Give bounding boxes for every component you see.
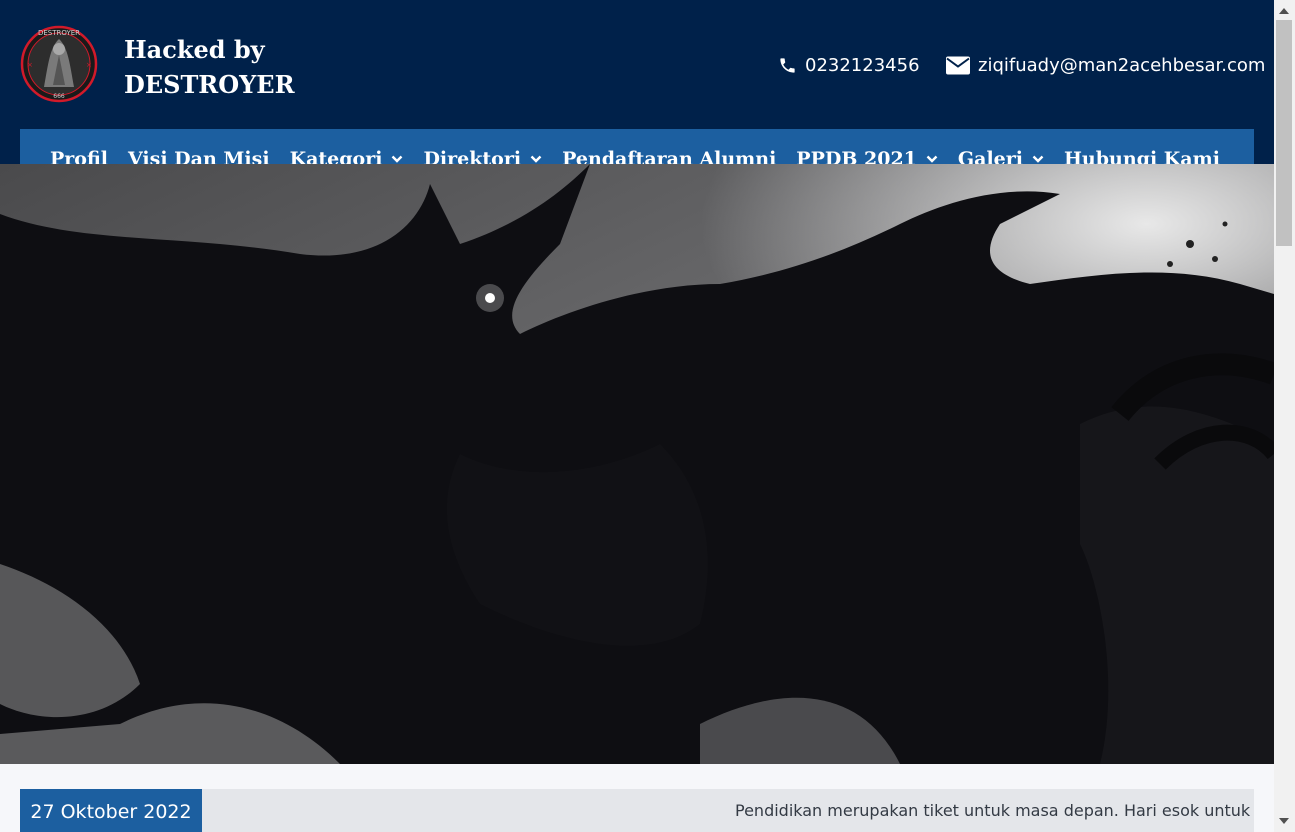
scroll-up-arrow-icon[interactable] xyxy=(1279,8,1289,14)
scrollbar-thumb[interactable] xyxy=(1276,20,1292,246)
phone-icon xyxy=(780,57,795,73)
contact-phone[interactable]: 0232123456 xyxy=(778,50,920,80)
svg-text:×: × xyxy=(86,61,92,69)
logo-text-top: DESTROYER xyxy=(38,29,80,37)
contact-email[interactable]: ziqifuady@man2acehbesar.com xyxy=(946,50,1265,80)
page: DESTROYER 666 × × Hacked by DESTROYER 02… xyxy=(0,0,1274,832)
vertical-scrollbar[interactable] xyxy=(1274,0,1295,832)
ticker-text[interactable]: Pendidikan merupakan tiket untuk masa de… xyxy=(735,789,1254,832)
email-address: ziqifuady@man2acehbesar.com xyxy=(978,54,1266,76)
site-logo[interactable]: DESTROYER 666 × × xyxy=(20,25,98,103)
phone-number: 0232123456 xyxy=(805,54,920,76)
site-title-line-1: Hacked by xyxy=(124,35,265,64)
svg-text:×: × xyxy=(27,61,33,69)
logo-text-bottom: 666 xyxy=(53,93,65,100)
ticker-date: 27 Oktober 2022 xyxy=(20,789,202,832)
news-ticker: 27 Oktober 2022 Pendidikan merupakan tik… xyxy=(20,789,1254,832)
site-title-line-2: DESTROYER xyxy=(124,70,295,99)
envelope-icon xyxy=(946,56,970,74)
hero-banner-image xyxy=(0,164,1274,764)
site-title[interactable]: Hacked by DESTROYER xyxy=(124,32,344,102)
scroll-down-arrow-icon[interactable] xyxy=(1279,818,1289,824)
